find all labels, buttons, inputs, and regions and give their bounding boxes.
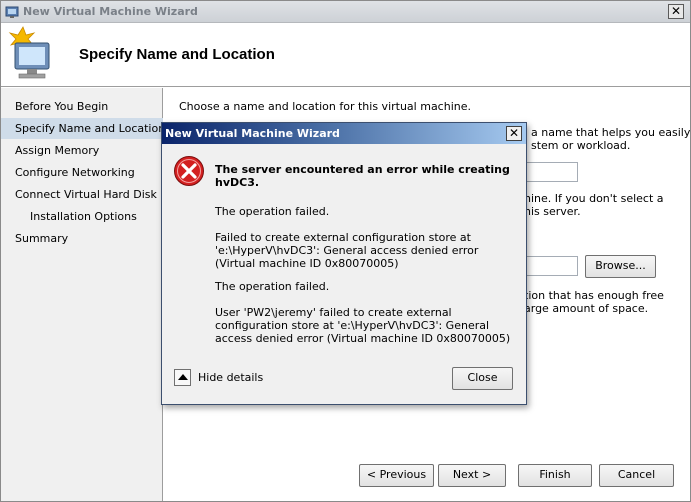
name-help-text-line2: stem or workload. — [531, 139, 631, 152]
nav-item-specify-name-and-location[interactable]: Specify Name and Location — [1, 118, 165, 139]
name-input[interactable] — [526, 162, 578, 182]
location-help-text-line2: his server. — [524, 205, 581, 218]
wizard-step-nav: Before You Begin Specify Name and Locati… — [1, 88, 165, 501]
hide-details-label[interactable]: Hide details — [198, 371, 263, 384]
nav-item-installation-options[interactable]: Installation Options — [1, 206, 163, 227]
location-space-text-line1: tion that has enough free — [524, 289, 664, 302]
previous-button[interactable]: < Previous — [359, 464, 434, 487]
cancel-button[interactable]: Cancel — [599, 464, 674, 487]
nav-item-connect-virtual-hard-disk[interactable]: Connect Virtual Hard Disk — [1, 184, 163, 205]
window-titlebar[interactable]: New Virtual Machine Wizard ✕ — [1, 1, 690, 23]
dialog-heading: The server encountered an error while cr… — [215, 163, 510, 189]
next-button[interactable]: Next > — [438, 464, 506, 487]
dialog-titlebar[interactable]: New Virtual Machine Wizard ✕ — [162, 123, 526, 144]
hide-details-chevron-up-icon[interactable] — [174, 369, 191, 386]
new-vm-wizard-icon — [8, 26, 50, 79]
location-space-text-line2: arge amount of space. — [524, 302, 649, 315]
dialog-title: New Virtual Machine Wizard — [165, 127, 340, 140]
page-title: Specify Name and Location — [79, 46, 275, 63]
nav-item-summary[interactable]: Summary — [1, 228, 163, 249]
window-close-icon[interactable]: ✕ — [668, 4, 684, 19]
dialog-close-icon[interactable]: ✕ — [506, 126, 522, 141]
dialog-close-button[interactable]: Close — [452, 367, 513, 390]
dialog-message-3: The operation failed. — [215, 280, 330, 293]
nav-item-configure-networking[interactable]: Configure Networking — [1, 162, 163, 183]
dialog-message-1: The operation failed. — [215, 205, 330, 218]
browse-button[interactable]: Browse... — [585, 255, 656, 278]
location-input[interactable] — [526, 256, 578, 276]
location-help-text-line1: hine. If you don't select a — [524, 192, 664, 205]
nav-item-assign-memory[interactable]: Assign Memory — [1, 140, 163, 161]
finish-button[interactable]: Finish — [518, 464, 592, 487]
hyperv-app-icon — [5, 6, 19, 18]
name-help-text-line1: a name that helps you easily — [531, 126, 691, 139]
error-dialog: New Virtual Machine Wizard ✕ The server … — [161, 122, 527, 405]
wizard-header: Specify Name and Location — [1, 23, 690, 87]
dialog-message-4: User 'PW2\jeremy' failed to create exter… — [215, 306, 511, 345]
dialog-message-2: Failed to create external configuration … — [215, 231, 479, 270]
intro-text: Choose a name and location for this virt… — [179, 100, 471, 113]
window-title: New Virtual Machine Wizard — [23, 5, 198, 18]
error-icon — [174, 156, 204, 186]
nav-item-before-you-begin[interactable]: Before You Begin — [1, 96, 163, 117]
